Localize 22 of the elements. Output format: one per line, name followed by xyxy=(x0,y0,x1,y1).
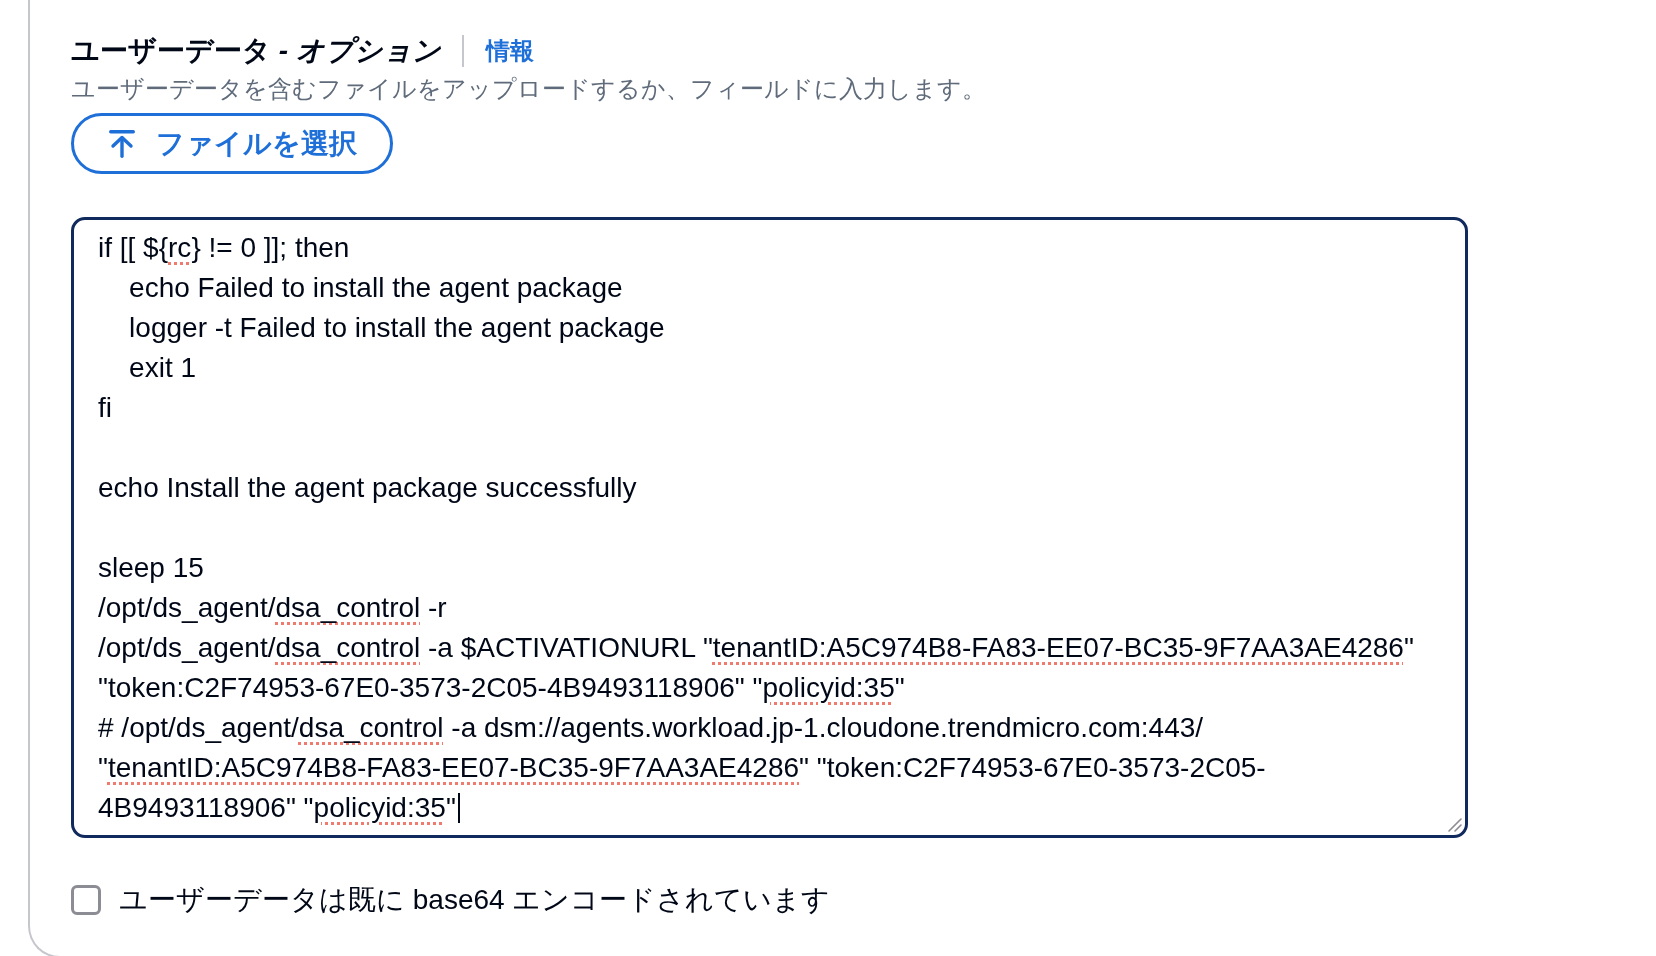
code-line: "tenantID:A5C974B8-FA83-EE07-BC35-9F7AA3AE4286" "token:C2F74953-67E0-3573-2C05- xyxy=(98,751,1266,785)
code-line: "token:C2F74953-67E0-3573-2C05-4B9493118906" "policyid:35" xyxy=(98,671,905,705)
code-line: fi xyxy=(98,391,112,425)
field-description: ユーザーデータを含むファイルをアップロードするか、フィールドに入力します。 xyxy=(71,74,986,104)
info-link[interactable]: 情報 xyxy=(485,35,534,67)
code-line: # /opt/ds_agent/dsa_control -a dsm://agents.workload.jp-1.cloudone.trendmicro.com:443/ xyxy=(98,711,1204,745)
resize-handle-icon[interactable] xyxy=(1448,818,1462,832)
code-line: exit 1 xyxy=(128,351,197,385)
checkbox-label[interactable]: ユーザーデータは既に base64 エンコードされています xyxy=(119,880,831,920)
code-line: sleep 15 xyxy=(98,551,204,585)
code-line: if [[ ${rc} != 0 ]]; then xyxy=(98,231,350,265)
upload-icon xyxy=(109,129,135,158)
code-line: echo Failed to install the agent package xyxy=(128,271,623,305)
field-label: ユーザーデータ - オプション xyxy=(71,34,441,68)
code-line: 4B9493118906" "policyid:35" xyxy=(98,791,456,825)
code-line: logger -t Failed to install the agent package xyxy=(128,311,665,345)
code-line: /opt/ds_agent/dsa_control -r xyxy=(98,591,447,625)
choose-file-button[interactable]: ファイルを選択 xyxy=(71,113,393,174)
code-line: /opt/ds_agent/dsa_control -a $ACTIVATIONURL "tenantID:A5C974B8-FA83-EE07-BC35-9F7AA3AE4286" xyxy=(98,631,1414,665)
code-line: echo Install the agent package successfully xyxy=(98,471,637,505)
checkbox[interactable] xyxy=(71,885,101,915)
user-data-textarea[interactable] xyxy=(71,217,1468,838)
